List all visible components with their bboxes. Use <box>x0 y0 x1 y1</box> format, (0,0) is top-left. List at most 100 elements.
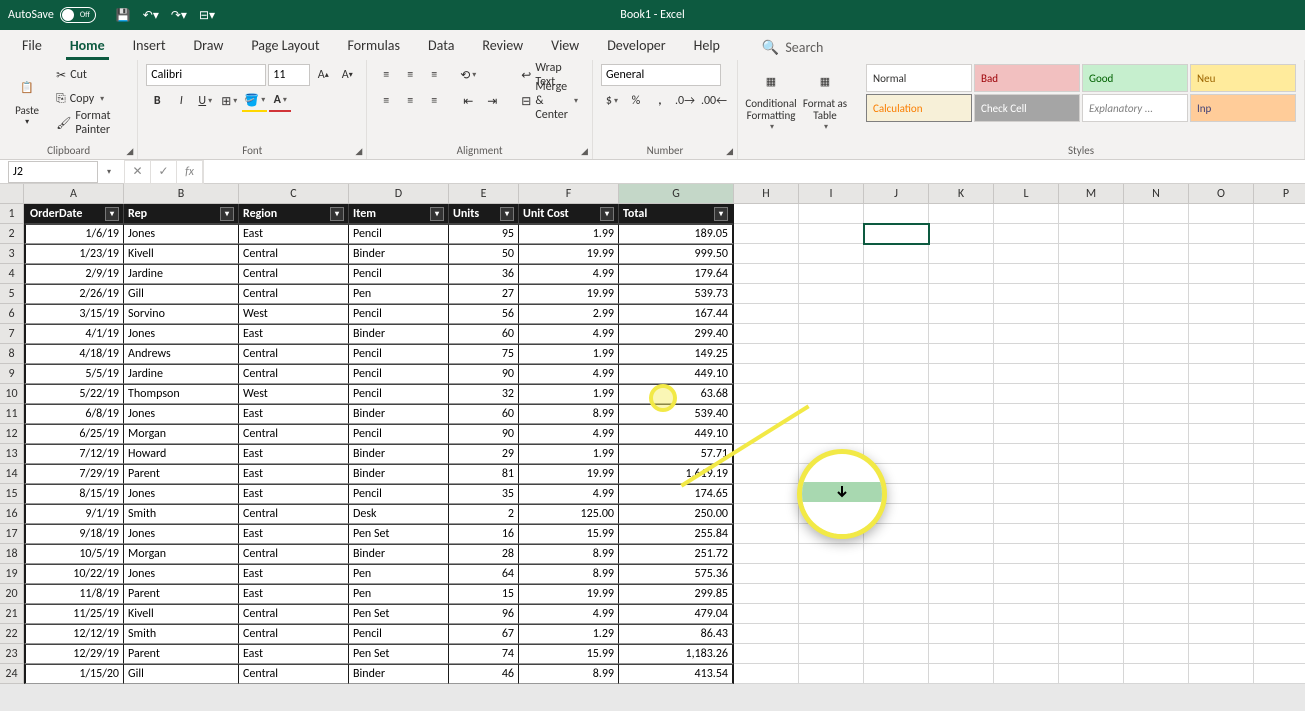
cell[interactable] <box>1189 304 1254 324</box>
cell[interactable]: East <box>239 324 349 344</box>
cell[interactable] <box>1254 504 1305 524</box>
cell[interactable]: 29 <box>449 444 519 464</box>
row-header-21[interactable]: 21 <box>0 604 24 624</box>
cell[interactable] <box>734 564 799 584</box>
cell[interactable]: East <box>239 444 349 464</box>
cell[interactable] <box>1189 544 1254 564</box>
cell[interactable]: East <box>239 464 349 484</box>
cell[interactable] <box>1059 584 1124 604</box>
cell[interactable]: Jones <box>124 224 239 244</box>
cell[interactable]: 11/8/19 <box>24 584 124 604</box>
cell[interactable]: 1.99 <box>519 384 619 404</box>
cell[interactable] <box>1124 624 1189 644</box>
cell[interactable] <box>1189 664 1254 684</box>
cell[interactable]: 250.00 <box>619 504 734 524</box>
cell[interactable] <box>864 584 929 604</box>
cell[interactable]: 5/5/19 <box>24 364 124 384</box>
cell[interactable]: 8.99 <box>519 544 619 564</box>
cell[interactable] <box>734 324 799 344</box>
orientation-button[interactable]: ⟲ <box>457 64 479 86</box>
cell[interactable]: 1/15/20 <box>24 664 124 684</box>
cell[interactable]: Jones <box>124 524 239 544</box>
row-header-5[interactable]: 5 <box>0 284 24 304</box>
cell[interactable]: 539.40 <box>619 404 734 424</box>
cell[interactable]: 35 <box>449 484 519 504</box>
cell[interactable]: 10/22/19 <box>24 564 124 584</box>
style-good[interactable]: Good <box>1082 64 1188 92</box>
cell[interactable] <box>799 364 864 384</box>
cell[interactable] <box>799 264 864 284</box>
cell[interactable] <box>1254 264 1305 284</box>
cell[interactable]: 4.99 <box>519 424 619 444</box>
cell[interactable]: Pen <box>349 564 449 584</box>
cell[interactable] <box>864 604 929 624</box>
cell[interactable]: 5/22/19 <box>24 384 124 404</box>
cell[interactable] <box>994 544 1059 564</box>
name-box[interactable] <box>8 161 98 183</box>
cell[interactable] <box>929 344 994 364</box>
cell[interactable]: Pencil <box>349 304 449 324</box>
cell[interactable] <box>929 604 994 624</box>
cell[interactable] <box>994 664 1059 684</box>
cell[interactable]: 8/15/19 <box>24 484 124 504</box>
cell[interactable]: 449.10 <box>619 364 734 384</box>
save-icon[interactable]: 💾 <box>116 8 131 23</box>
cell[interactable]: 1.99 <box>519 444 619 464</box>
cell[interactable]: Central <box>239 604 349 624</box>
cell[interactable]: Central <box>239 664 349 684</box>
cell[interactable] <box>864 224 929 244</box>
fx-icon[interactable]: fx <box>177 161 203 183</box>
cell[interactable]: 74 <box>449 644 519 664</box>
cell[interactable] <box>1059 364 1124 384</box>
cell[interactable]: 19.99 <box>519 464 619 484</box>
cell[interactable]: Pencil <box>349 364 449 384</box>
cell[interactable] <box>929 424 994 444</box>
cell[interactable]: 174.65 <box>619 484 734 504</box>
align-middle-icon[interactable]: ≡ <box>399 64 421 86</box>
align-left-icon[interactable]: ≡ <box>375 90 397 112</box>
cell[interactable] <box>1189 384 1254 404</box>
cell[interactable] <box>864 444 929 464</box>
cell[interactable] <box>929 564 994 584</box>
cell[interactable] <box>1189 644 1254 664</box>
cell[interactable] <box>929 304 994 324</box>
row-header-7[interactable]: 7 <box>0 324 24 344</box>
cell[interactable] <box>1254 564 1305 584</box>
table-header-total[interactable]: Total▾ <box>619 204 734 224</box>
cell[interactable] <box>734 504 799 524</box>
clipboard-launcher-icon[interactable]: ◢ <box>126 146 133 157</box>
cell[interactable]: 9/1/19 <box>24 504 124 524</box>
cell[interactable] <box>994 484 1059 504</box>
column-header-D[interactable]: D <box>349 184 449 204</box>
cell[interactable] <box>1189 444 1254 464</box>
cell[interactable]: 60 <box>449 404 519 424</box>
cell[interactable]: Pencil <box>349 264 449 284</box>
row-header-10[interactable]: 10 <box>0 384 24 404</box>
row-header-18[interactable]: 18 <box>0 544 24 564</box>
cell[interactable] <box>1254 584 1305 604</box>
copy-button[interactable]: ⎘Copy <box>50 88 129 110</box>
cell[interactable]: 2.99 <box>519 304 619 324</box>
cell[interactable]: 479.04 <box>619 604 734 624</box>
row-header-24[interactable]: 24 <box>0 664 24 684</box>
cell[interactable] <box>734 304 799 324</box>
cell[interactable] <box>1059 224 1124 244</box>
cell[interactable]: 60 <box>449 324 519 344</box>
cell[interactable]: Binder <box>349 324 449 344</box>
cell[interactable]: 1/6/19 <box>24 224 124 244</box>
worksheet-grid[interactable]: ABCDEFGHIJKLMNOP1OrderDate▾Rep▾Region▾It… <box>0 184 1305 684</box>
cell[interactable]: Pencil <box>349 624 449 644</box>
cell[interactable] <box>734 584 799 604</box>
cell[interactable] <box>734 204 799 224</box>
row-header-8[interactable]: 8 <box>0 344 24 364</box>
cell[interactable] <box>864 664 929 684</box>
cell[interactable]: 15 <box>449 584 519 604</box>
cell[interactable]: 10/5/19 <box>24 544 124 564</box>
cell[interactable] <box>864 204 929 224</box>
cell[interactable]: 67 <box>449 624 519 644</box>
cell[interactable] <box>1059 664 1124 684</box>
cell[interactable] <box>799 244 864 264</box>
cell[interactable] <box>1254 664 1305 684</box>
cell[interactable] <box>1059 244 1124 264</box>
cell[interactable] <box>1254 404 1305 424</box>
